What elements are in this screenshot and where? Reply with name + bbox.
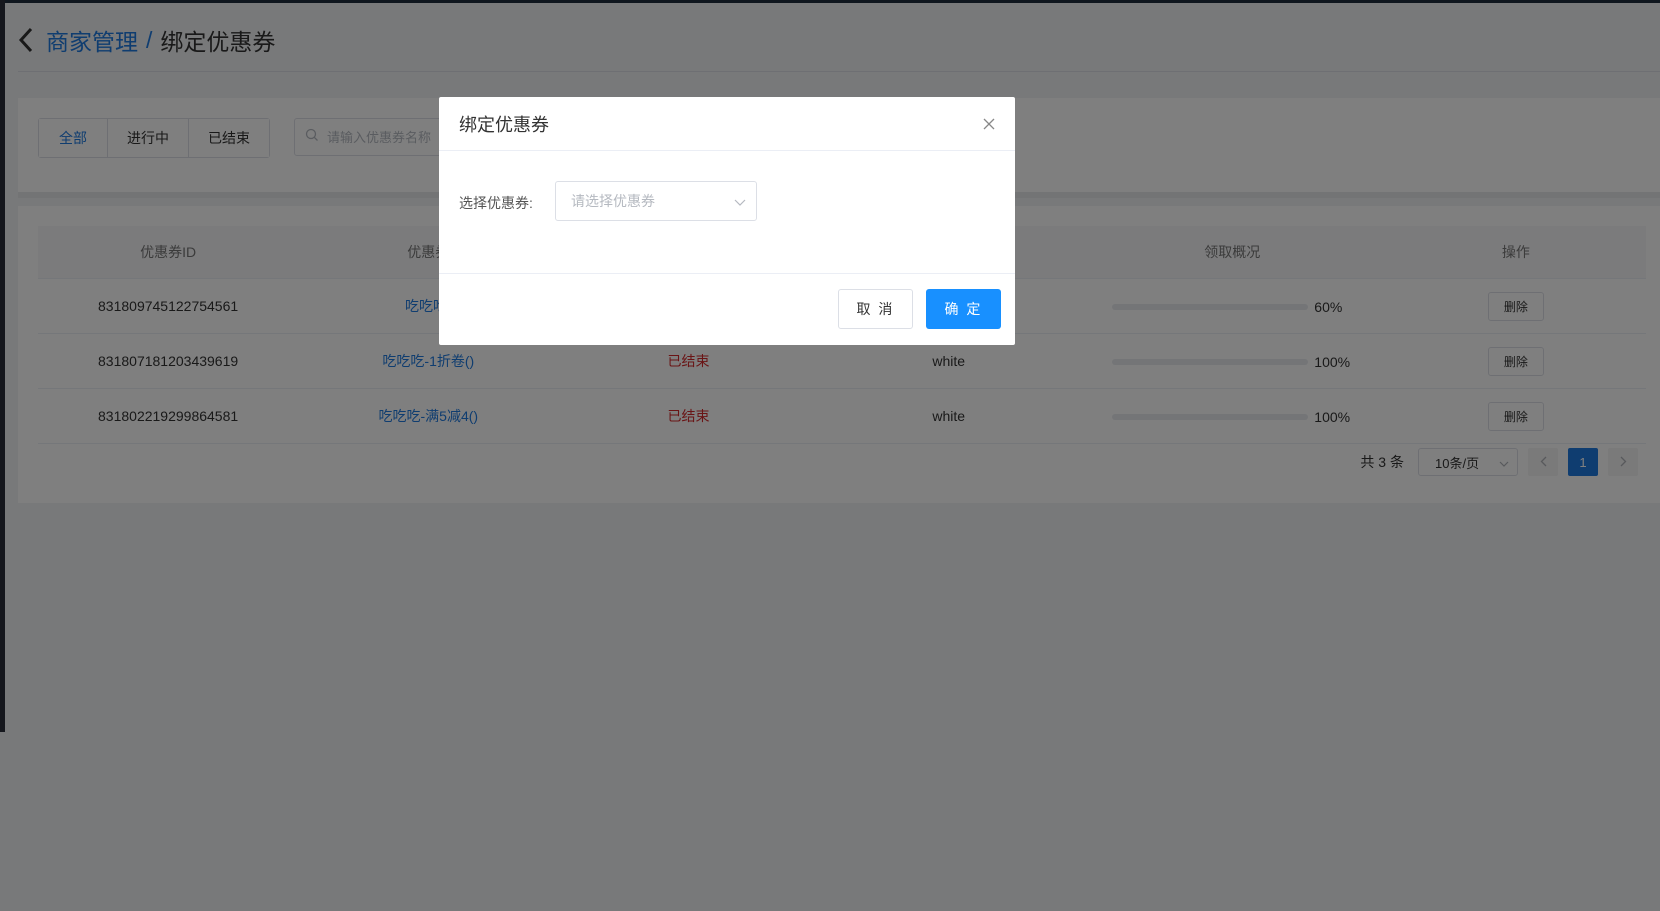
cancel-button[interactable]: 取 消 — [838, 289, 913, 329]
close-icon[interactable] — [983, 118, 995, 130]
coupon-select[interactable]: 请选择优惠券 — [555, 181, 757, 221]
dialog-body: 选择优惠券: 请选择优惠券 — [439, 151, 1015, 274]
dialog-header: 绑定优惠券 — [439, 97, 1015, 151]
bind-coupon-dialog: 绑定优惠券 选择优惠券: 请选择优惠券 取 消 确 定 — [439, 97, 1015, 345]
coupon-select-placeholder: 请选择优惠券 — [571, 193, 655, 209]
chevron-down-icon — [734, 193, 746, 209]
confirm-button[interactable]: 确 定 — [926, 289, 1001, 329]
dialog-footer: 取 消 确 定 — [439, 274, 1015, 344]
select-coupon-label: 选择优惠券: — [459, 195, 533, 211]
dialog-title: 绑定优惠券 — [459, 114, 549, 135]
